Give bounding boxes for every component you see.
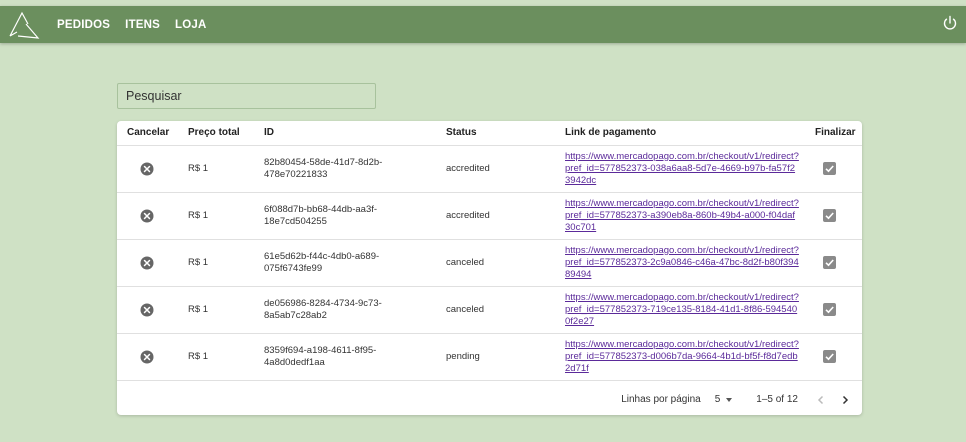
id-cell: 6f088d7b-bb68-44db-aa3f-18e7cd504255 <box>256 192 438 240</box>
checkbox-checked-icon <box>825 259 834 267</box>
nav-item-itens[interactable]: ITENS <box>125 19 160 31</box>
pagination-range: 1–5 of 12 <box>756 394 798 405</box>
status-cell: canceled <box>438 286 557 334</box>
main-nav: PEDIDOS ITENS LOJA <box>57 6 222 43</box>
cancel-icon[interactable] <box>140 209 154 223</box>
id-cell: 61e5d62b-f44c-4db0-a689-075f6743fe99 <box>256 239 438 287</box>
checkbox-checked-icon <box>825 306 834 314</box>
table-header-row: Cancelar Preço total ID Status Link de p… <box>117 121 862 146</box>
finalize-checkbox[interactable] <box>823 302 836 316</box>
status-cell: accredited <box>438 145 557 193</box>
column-header-finalizar: Finalizar <box>807 121 862 146</box>
finalize-checkbox[interactable] <box>823 208 836 222</box>
finalize-checkbox[interactable] <box>823 255 836 269</box>
cancel-icon[interactable] <box>140 350 154 364</box>
payment-link[interactable]: https://www.mercadopago.com.br/checkout/… <box>565 198 799 233</box>
status-cell: accredited <box>438 192 557 240</box>
price-cell: R$ 1 <box>176 239 256 287</box>
power-icon[interactable] <box>942 15 958 31</box>
table-row: R$ 1 6f088d7b-bb68-44db-aa3f-18e7cd50425… <box>117 192 862 240</box>
payment-link[interactable]: https://www.mercadopago.com.br/checkout/… <box>565 151 799 186</box>
rows-per-page-value: 5 <box>714 394 721 405</box>
column-header-status: Status <box>438 121 557 146</box>
payment-link[interactable]: https://www.mercadopago.com.br/checkout/… <box>565 245 799 280</box>
cancel-icon[interactable] <box>140 162 154 176</box>
nav-item-pedidos[interactable]: PEDIDOS <box>57 19 110 31</box>
payment-link[interactable]: https://www.mercadopago.com.br/checkout/… <box>565 339 799 374</box>
price-cell: R$ 1 <box>176 286 256 334</box>
status-cell: canceled <box>438 239 557 287</box>
orders-table-card: Cancelar Preço total ID Status Link de p… <box>117 121 862 415</box>
table-row: R$ 1 8359f694-a198-4611-8f95-4a8d0dedf1a… <box>117 333 862 381</box>
finalize-checkbox[interactable] <box>823 349 836 363</box>
caret-down-icon <box>726 397 733 402</box>
table-row: R$ 1 61e5d62b-f44c-4db0-a689-075f6743fe9… <box>117 239 862 287</box>
id-cell: 82b80454-58de-41d7-8d2b-478e70221833 <box>256 145 438 193</box>
price-cell: R$ 1 <box>176 192 256 240</box>
checkbox-checked-icon <box>825 212 834 220</box>
column-header-link-pagamento: Link de pagamento <box>557 121 807 146</box>
previous-page-button[interactable] <box>812 391 830 409</box>
column-header-preco-total: Preço total <box>176 121 256 146</box>
id-cell: 8359f694-a198-4611-8f95-4a8d0dedf1aa <box>256 333 438 381</box>
id-cell: de056986-8284-4734-9c73-8a5ab7c28ab2 <box>256 286 438 334</box>
payment-link[interactable]: https://www.mercadopago.com.br/checkout/… <box>565 292 799 327</box>
cancel-icon[interactable] <box>140 256 154 270</box>
next-page-button[interactable] <box>836 391 854 409</box>
price-cell: R$ 1 <box>176 145 256 193</box>
column-header-cancelar: Cancelar <box>117 121 176 146</box>
checkbox-checked-icon <box>825 165 834 173</box>
chevron-right-icon <box>842 395 849 404</box>
column-header-id: ID <box>256 121 438 146</box>
pagination: Linhas por página 5 1–5 of 12 <box>117 384 862 415</box>
logo-icon[interactable] <box>8 10 40 40</box>
rows-per-page-select[interactable]: 5 <box>715 394 733 405</box>
cancel-icon[interactable] <box>140 303 154 317</box>
table-row: R$ 1 82b80454-58de-41d7-8d2b-478e7022183… <box>117 145 862 193</box>
checkbox-checked-icon <box>825 353 834 361</box>
finalize-checkbox[interactable] <box>823 161 836 175</box>
orders-table: Cancelar Preço total ID Status Link de p… <box>117 121 862 381</box>
rows-per-page-label: Linhas por página <box>621 394 701 405</box>
price-cell: R$ 1 <box>176 333 256 381</box>
search-input[interactable] <box>117 83 376 109</box>
chevron-left-icon <box>817 395 824 404</box>
app-bar: PEDIDOS ITENS LOJA <box>0 6 966 43</box>
nav-item-loja[interactable]: LOJA <box>175 19 206 31</box>
status-cell: pending <box>438 333 557 381</box>
table-row: R$ 1 de056986-8284-4734-9c73-8a5ab7c28ab… <box>117 286 862 334</box>
